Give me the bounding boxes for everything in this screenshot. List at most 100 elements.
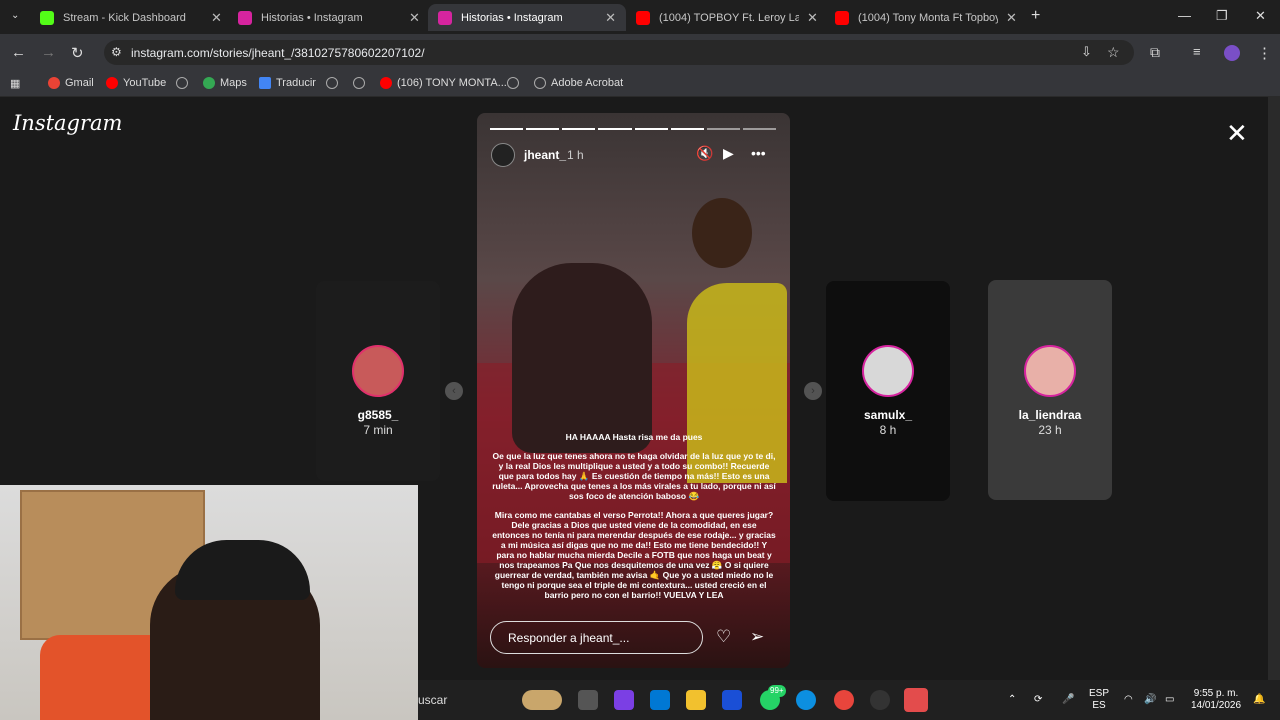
story-preview-username: la_liendraa xyxy=(1018,408,1082,422)
bookmark-gmail[interactable]: Gmail xyxy=(48,77,94,89)
bookmark-globe-4[interactable] xyxy=(507,77,519,89)
close-icon[interactable]: ✕ xyxy=(211,10,222,26)
forward-button[interactable]: → xyxy=(41,44,56,61)
extensions-icon[interactable]: ⧉ xyxy=(1150,44,1160,61)
story-preview-username: samulx_ xyxy=(863,408,913,422)
menu-icon[interactable]: ⋮ xyxy=(1257,44,1272,62)
webcam-person xyxy=(175,540,310,600)
tab-youtube-1[interactable]: (1004) TOPBOY Ft. Leroy La L & ✕ xyxy=(626,4,828,31)
reply-input[interactable]: Responder a jheant_... xyxy=(490,621,703,654)
profile-avatar[interactable] xyxy=(1224,45,1240,61)
minimize-button[interactable]: — xyxy=(1178,8,1191,23)
translate-icon xyxy=(259,77,271,89)
close-window-button[interactable]: ✕ xyxy=(1255,8,1266,24)
tab-kick[interactable]: Stream - Kick Dashboard ✕ xyxy=(30,4,232,31)
bookmark-tony-monta[interactable]: (106) TONY MONTA... xyxy=(380,77,507,89)
bookmark-star-icon[interactable]: ☆ xyxy=(1107,44,1120,61)
bookmark-maps[interactable]: Maps xyxy=(203,77,247,89)
like-heart-icon[interactable]: ♡ xyxy=(716,627,731,647)
task-view-icon[interactable] xyxy=(578,690,598,710)
chrome-icon[interactable] xyxy=(834,690,854,710)
tab-search-icon[interactable]: ⌄ xyxy=(11,10,19,21)
next-story-arrow[interactable]: › xyxy=(804,382,822,400)
bookmark-globe-3[interactable] xyxy=(353,77,365,89)
youtube-icon xyxy=(106,77,118,89)
wifi-icon[interactable]: ◠ xyxy=(1124,694,1133,706)
story-time: 1 h xyxy=(567,148,584,162)
story-caption: HA HAAAA Hasta risa me da pues Oe que la… xyxy=(492,432,776,609)
close-icon[interactable]: ✕ xyxy=(807,10,818,26)
close-stories-button[interactable]: ✕ xyxy=(1226,118,1248,149)
bookmark-adobe[interactable]: Adobe Acrobat xyxy=(534,77,623,89)
avatar-la-liendraa xyxy=(1024,345,1076,397)
story-preview-time: 23 h xyxy=(1038,423,1062,437)
tab-instagram-active[interactable]: Historias • Instagram ✕ xyxy=(428,4,626,31)
progress-segment xyxy=(526,128,560,130)
globe-icon xyxy=(507,77,519,89)
instagram-logo[interactable]: Instagram xyxy=(13,111,122,135)
bookmark-globe-2[interactable] xyxy=(326,77,338,89)
file-explorer-icon[interactable] xyxy=(686,690,706,710)
close-icon[interactable]: ✕ xyxy=(1006,10,1017,26)
copilot-icon[interactable] xyxy=(614,690,634,710)
close-icon[interactable]: ✕ xyxy=(409,10,420,26)
close-icon[interactable]: ✕ xyxy=(605,10,616,26)
tray-overflow-icon[interactable]: ⌃ xyxy=(1008,694,1016,706)
site-info-icon[interactable]: ⚙ xyxy=(111,45,122,59)
instagram-icon xyxy=(438,10,452,25)
story-username[interactable]: jheant_ xyxy=(524,148,566,162)
tray-refresh-icon[interactable]: ⟳ xyxy=(1034,694,1042,706)
language-indicator[interactable]: ESP ES xyxy=(1089,688,1109,712)
progress-segment xyxy=(634,128,668,130)
caption-line: Mira como me cantabas el verso Perrota!!… xyxy=(492,510,776,600)
media-control-icon[interactable]: ≡ xyxy=(1193,44,1201,59)
install-app-icon[interactable]: ⇩ xyxy=(1081,44,1092,60)
battery-icon[interactable]: ▭ xyxy=(1165,694,1174,706)
reload-button[interactable]: ↻ xyxy=(71,44,84,62)
tab-youtube-2[interactable]: (1004) Tony Monta Ft Topboy - ✕ xyxy=(825,4,1027,31)
bookmark-globe-1[interactable] xyxy=(176,77,188,89)
recording-app-icon[interactable] xyxy=(904,688,928,712)
page-scrollbar[interactable] xyxy=(1268,97,1280,680)
url-text[interactable]: instagram.com/stories/jheant_/3810275780… xyxy=(131,46,425,60)
tab-instagram-1[interactable]: Historias • Instagram ✕ xyxy=(228,4,430,31)
more-options-icon[interactable]: ••• xyxy=(751,145,766,161)
new-tab-button[interactable]: + xyxy=(1031,7,1040,25)
play-icon[interactable]: ▶ xyxy=(723,145,734,162)
back-button[interactable]: ← xyxy=(11,44,26,61)
edge-icon[interactable] xyxy=(796,690,816,710)
progress-segment xyxy=(562,128,596,130)
youtube-icon xyxy=(380,77,392,89)
avatar-g8585 xyxy=(352,345,404,397)
bookmark-traducir[interactable]: Traducir xyxy=(259,77,316,89)
progress-segment xyxy=(670,128,704,130)
previous-story-arrow[interactable]: ‹ xyxy=(445,382,463,400)
widget-icon[interactable] xyxy=(522,690,562,710)
vscode-icon[interactable] xyxy=(722,690,742,710)
instagram-icon xyxy=(238,10,252,25)
progress-segment xyxy=(742,128,776,130)
mute-icon[interactable]: 🔇 xyxy=(696,145,713,162)
globe-icon xyxy=(176,77,188,89)
youtube-icon xyxy=(636,10,650,25)
notifications-icon[interactable]: 🔔 xyxy=(1253,694,1265,706)
story-preview-username: g8585_ xyxy=(357,408,399,422)
progress-segment xyxy=(490,128,524,130)
story-progress-bar xyxy=(490,128,776,130)
volume-icon[interactable]: 🔊 xyxy=(1144,694,1156,706)
story-image-region xyxy=(692,198,752,268)
webcam-overlay xyxy=(0,485,418,720)
store-icon[interactable] xyxy=(650,690,670,710)
send-icon[interactable]: ➢ xyxy=(750,627,764,647)
apps-icon[interactable]: ▦ xyxy=(10,77,20,90)
globe-icon xyxy=(326,77,338,89)
clock[interactable]: 9:55 p. m. 14/01/2026 xyxy=(1188,688,1244,712)
settings-icon[interactable] xyxy=(870,690,890,710)
maximize-button[interactable]: ❐ xyxy=(1216,8,1228,24)
story-user-avatar[interactable] xyxy=(491,143,515,167)
progress-segment xyxy=(598,128,632,130)
microphone-icon[interactable]: 🎤 xyxy=(1062,694,1074,706)
bookmark-youtube[interactable]: YouTube xyxy=(106,77,166,89)
story-preview-time: 7 min xyxy=(363,423,393,437)
taskbar-search[interactable]: uscar xyxy=(418,693,447,707)
